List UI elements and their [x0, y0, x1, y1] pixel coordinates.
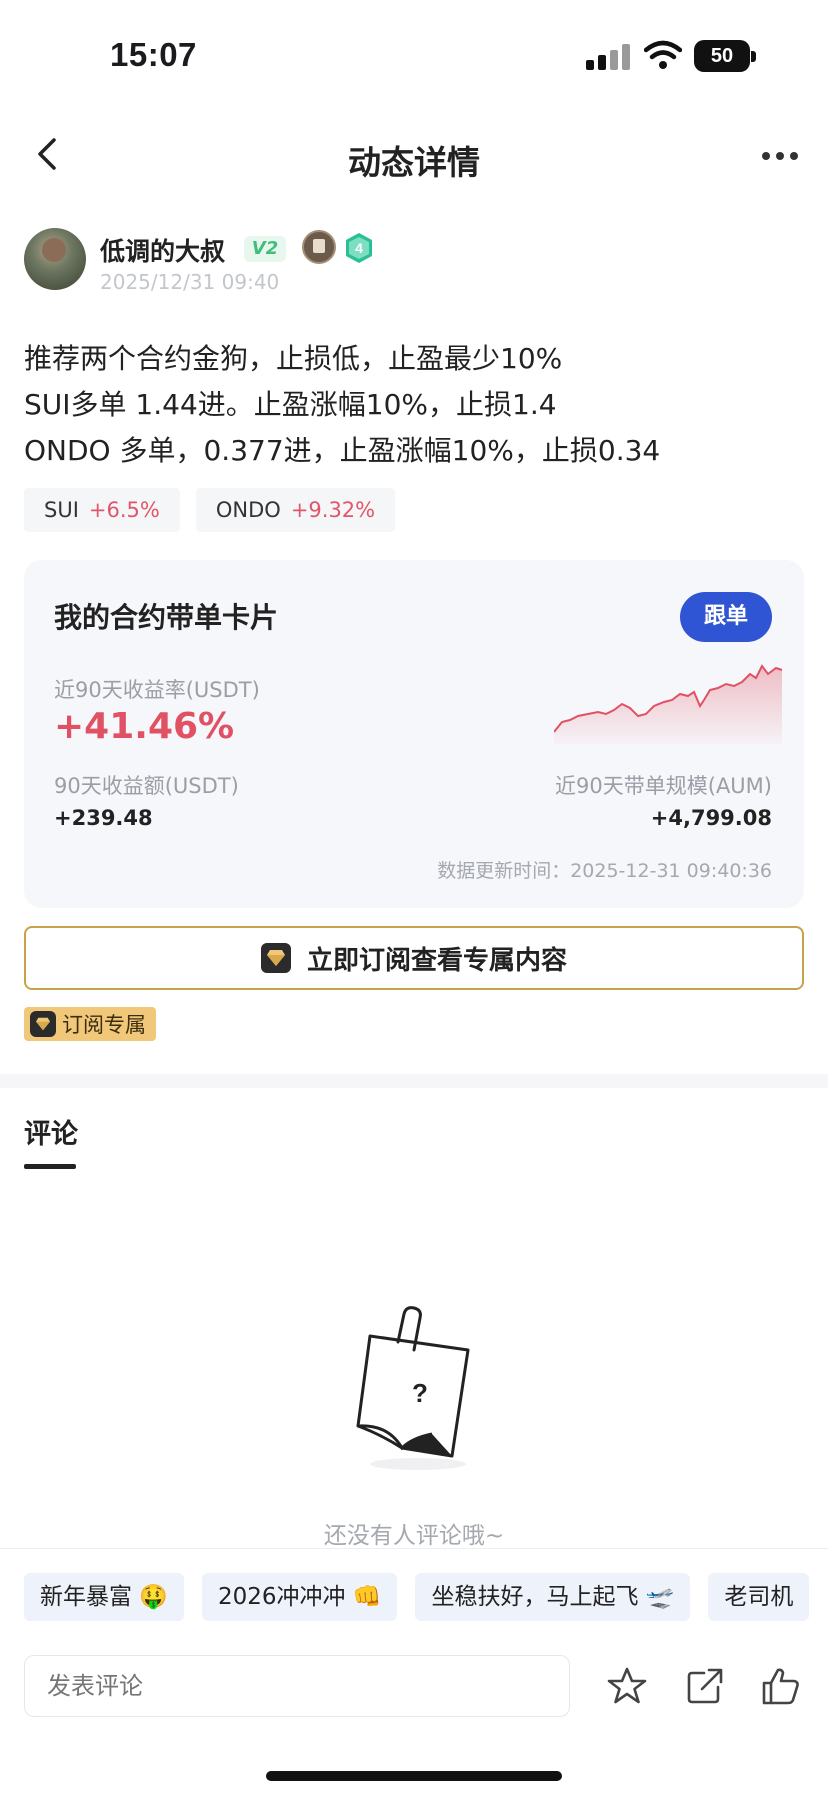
- post-line: ONDO 多单，0.377进，止盈涨幅10%，止损0.34: [24, 434, 661, 467]
- share-icon[interactable]: [684, 1665, 726, 1707]
- subscribe-button[interactable]: 立即订阅查看专属内容: [24, 926, 804, 990]
- aum-label: 近90天带单规模(AUM): [555, 774, 772, 798]
- follow-trade-button[interactable]: 跟单: [680, 592, 772, 642]
- coin-tag-sui[interactable]: SUI +6.5%: [24, 488, 180, 532]
- data-update-time: 数据更新时间：2025-12-31 09:40:36: [437, 860, 772, 882]
- svg-text:?: ?: [412, 1378, 428, 1408]
- coin-change: +6.5%: [88, 498, 160, 522]
- coin-change: +9.32%: [290, 498, 376, 522]
- quick-reply-chip[interactable]: 新年暴富 🤑: [24, 1573, 184, 1621]
- roi-label: 近90天收益率(USDT): [54, 678, 260, 702]
- pnl-label: 90天收益额(USDT): [54, 774, 239, 798]
- diamond-icon: [260, 943, 291, 973]
- cellular-signal-icon: [586, 44, 630, 70]
- tab-comments[interactable]: 评论: [24, 1112, 78, 1151]
- coin-symbol: ONDO: [215, 498, 281, 522]
- empty-comments-text: 还没有人评论哦~: [323, 1523, 505, 1549]
- post-line: 推荐两个合约金狗，止损低，止盈最少10%: [24, 342, 563, 375]
- more-options-icon[interactable]: [762, 152, 798, 164]
- avatar[interactable]: [24, 228, 86, 290]
- coin-tags: SUI +6.5% ONDO +9.32%: [24, 488, 396, 532]
- tab-indicator: [24, 1164, 76, 1169]
- subscriber-exclusive-badge: 订阅专属: [24, 1007, 156, 1041]
- coin-tag-ondo[interactable]: ONDO +9.32%: [195, 488, 396, 532]
- roi-value: +41.46%: [54, 706, 235, 747]
- quick-reply-chip[interactable]: 老司机: [708, 1573, 810, 1621]
- post-content: 推荐两个合约金狗，止损低，止盈最少10% SUI多单 1.44进。止盈涨幅10%…: [24, 336, 814, 474]
- card-title: 我的合约带单卡片: [54, 601, 279, 634]
- medal-icon: [302, 230, 336, 264]
- empty-comments-illustration: ?: [356, 1306, 470, 1470]
- comment-input[interactable]: [24, 1655, 570, 1717]
- home-indicator: [266, 1771, 562, 1781]
- quick-reply-chip[interactable]: 2026冲冲冲 👊: [201, 1573, 398, 1621]
- diamond-icon: [30, 1011, 56, 1037]
- post-timestamp: 2025/12/31 09:40: [100, 270, 280, 294]
- aum-value: +4,799.08: [650, 806, 772, 830]
- roi-sparkline: [554, 664, 783, 744]
- exclusive-label: 订阅专属: [62, 1013, 146, 1037]
- subscribe-label: 立即订阅查看专属内容: [306, 945, 567, 976]
- quick-reply-chip[interactable]: 坐稳扶好，马上起飞 🛫: [415, 1573, 691, 1621]
- svg-text:4: 4: [355, 240, 363, 256]
- battery-level: 50: [694, 40, 750, 72]
- page-title: 动态详情: [348, 143, 480, 182]
- copy-trading-card[interactable]: 我的合约带单卡片 跟单 近90天收益率(USDT) +41.46% 90天收益额…: [24, 560, 804, 908]
- author-header: 低调的大叔 V2 4 2025/12/31 09:40: [24, 228, 804, 294]
- thumbs-up-icon[interactable]: [760, 1665, 802, 1707]
- post-line: SUI多单 1.44进。止盈涨幅10%，止损1.4: [24, 388, 557, 421]
- level-badge: 4: [346, 233, 372, 263]
- author-name[interactable]: 低调的大叔: [100, 232, 225, 268]
- quick-reply-chips: 新年暴富 🤑 2026冲冲冲 👊 坐稳扶好，马上起飞 🛫 老司机: [24, 1573, 810, 1621]
- bottom-bar: 新年暴富 🤑 2026冲冲冲 👊 坐稳扶好，马上起飞 🛫 老司机: [0, 1548, 828, 1795]
- status-bar: 15:07 50: [0, 0, 828, 110]
- star-icon[interactable]: [606, 1665, 648, 1707]
- vip-badge: V2: [244, 236, 286, 262]
- wifi-icon: [644, 40, 682, 69]
- section-divider: [0, 1074, 828, 1088]
- nav-bar: 动态详情: [0, 112, 828, 202]
- status-time: 15:07: [110, 36, 197, 73]
- battery-icon: 50: [694, 40, 756, 72]
- pnl-value: +239.48: [54, 806, 153, 830]
- coin-symbol: SUI: [44, 498, 79, 522]
